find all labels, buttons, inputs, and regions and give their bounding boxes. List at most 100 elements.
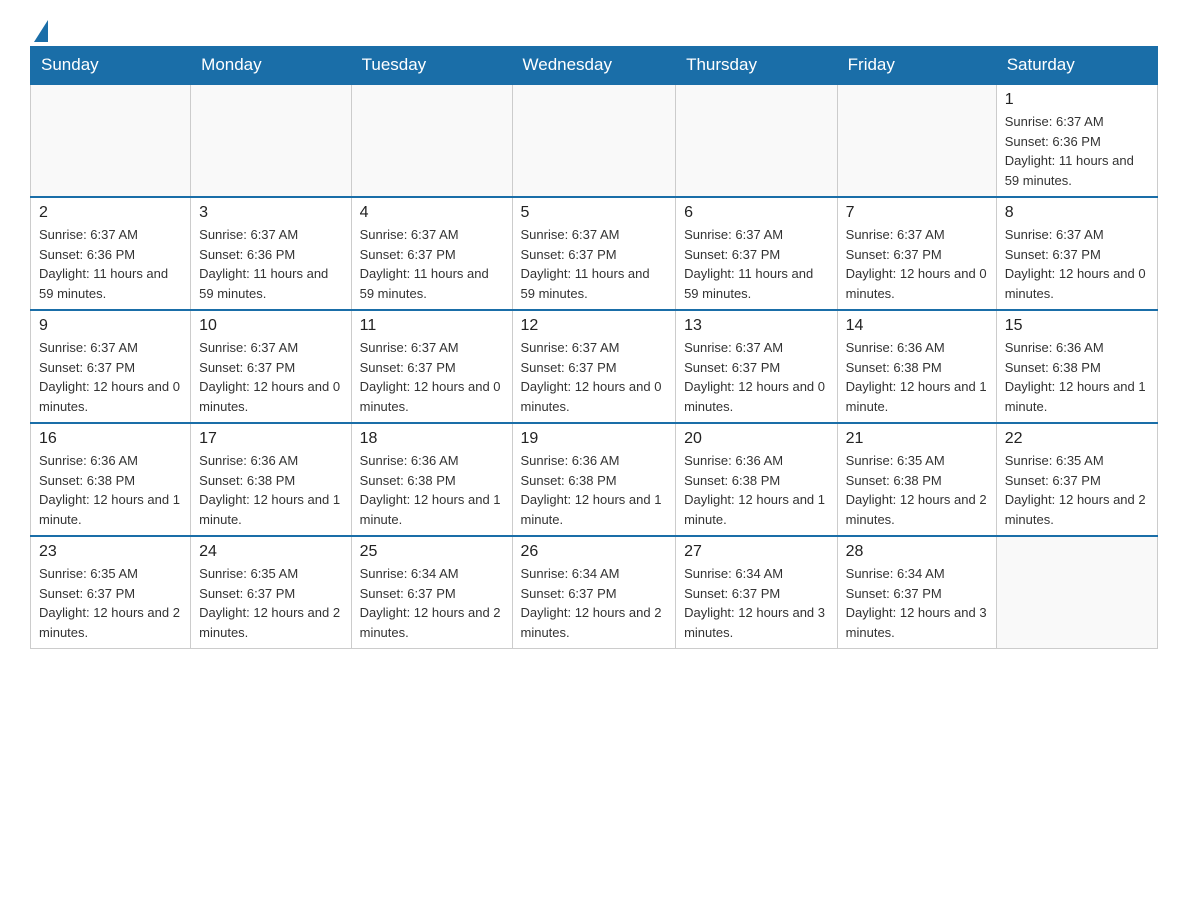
day-number: 5 <box>521 204 668 222</box>
day-info: Sunrise: 6:36 AM Sunset: 6:38 PM Dayligh… <box>1005 338 1149 416</box>
day-info: Sunrise: 6:35 AM Sunset: 6:37 PM Dayligh… <box>199 564 342 642</box>
day-of-week-header: Wednesday <box>512 47 676 85</box>
day-number: 17 <box>199 430 342 448</box>
day-info: Sunrise: 6:36 AM Sunset: 6:38 PM Dayligh… <box>360 451 504 529</box>
day-info: Sunrise: 6:37 AM Sunset: 6:36 PM Dayligh… <box>39 225 182 303</box>
day-number: 3 <box>199 204 342 222</box>
day-of-week-header: Friday <box>837 47 996 85</box>
calendar-day-cell: 3 Sunrise: 6:37 AM Sunset: 6:36 PM Daylig… <box>191 197 351 310</box>
calendar-day-cell: 4 Sunrise: 6:37 AM Sunset: 6:37 PM Daylig… <box>351 197 512 310</box>
page-header <box>30 20 1158 36</box>
calendar-day-cell: 25 Sunrise: 6:34 AM Sunset: 6:37 PM Dayli… <box>351 536 512 649</box>
day-number: 4 <box>360 204 504 222</box>
calendar-day-cell: 27Sunrise: 6:34 AM Sunset: 6:37 PM Dayli… <box>676 536 838 649</box>
calendar-day-cell: 1 Sunrise: 6:37 AM Sunset: 6:36 PM Daylig… <box>996 84 1157 197</box>
calendar-day-cell: 2 Sunrise: 6:37 AM Sunset: 6:36 PM Daylig… <box>31 197 191 310</box>
calendar-day-cell: 9 Sunrise: 6:37 AM Sunset: 6:37 PM Daylig… <box>31 310 191 423</box>
day-number: 10 <box>199 317 342 335</box>
calendar-day-cell: 10 Sunrise: 6:37 AM Sunset: 6:37 PM Dayli… <box>191 310 351 423</box>
day-info: Sunrise: 6:34 AM Sunset: 6:37 PM Dayligh… <box>684 564 829 642</box>
day-info: Sunrise: 6:35 AM Sunset: 6:37 PM Dayligh… <box>1005 451 1149 529</box>
day-info: Sunrise: 6:37 AM Sunset: 6:37 PM Dayligh… <box>521 338 668 416</box>
day-info: Sunrise: 6:37 AM Sunset: 6:37 PM Dayligh… <box>684 338 829 416</box>
calendar-week-row: 9 Sunrise: 6:37 AM Sunset: 6:37 PM Daylig… <box>31 310 1158 423</box>
calendar-day-cell: 13 Sunrise: 6:37 AM Sunset: 6:37 PM Dayli… <box>676 310 838 423</box>
day-info: Sunrise: 6:37 AM Sunset: 6:37 PM Dayligh… <box>39 338 182 416</box>
calendar-day-cell <box>512 84 676 197</box>
calendar-day-cell: 15 Sunrise: 6:36 AM Sunset: 6:38 PM Dayli… <box>996 310 1157 423</box>
calendar-day-cell: 12 Sunrise: 6:37 AM Sunset: 6:37 PM Dayli… <box>512 310 676 423</box>
calendar-day-cell: 8 Sunrise: 6:37 AM Sunset: 6:37 PM Daylig… <box>996 197 1157 310</box>
day-number: 26 <box>521 543 668 561</box>
day-info: Sunrise: 6:37 AM Sunset: 6:37 PM Dayligh… <box>360 338 504 416</box>
calendar-day-cell <box>837 84 996 197</box>
calendar-day-cell <box>31 84 191 197</box>
day-number: 25 <box>360 543 504 561</box>
calendar-day-cell: 18 Sunrise: 6:36 AM Sunset: 6:38 PM Dayli… <box>351 423 512 536</box>
day-info: Sunrise: 6:35 AM Sunset: 6:37 PM Dayligh… <box>39 564 182 642</box>
calendar-week-row: 2 Sunrise: 6:37 AM Sunset: 6:36 PM Daylig… <box>31 197 1158 310</box>
calendar-day-cell <box>996 536 1157 649</box>
day-number: 15 <box>1005 317 1149 335</box>
logo <box>30 20 48 36</box>
logo-triangle-icon <box>34 20 48 42</box>
calendar-day-cell: 7 Sunrise: 6:37 AM Sunset: 6:37 PM Daylig… <box>837 197 996 310</box>
calendar-day-cell: 23 Sunrise: 6:35 AM Sunset: 6:37 PM Dayli… <box>31 536 191 649</box>
calendar-day-cell: 24Sunrise: 6:35 AM Sunset: 6:37 PM Dayli… <box>191 536 351 649</box>
calendar-table: SundayMondayTuesdayWednesdayThursdayFrid… <box>30 46 1158 649</box>
day-info: Sunrise: 6:37 AM Sunset: 6:37 PM Dayligh… <box>199 338 342 416</box>
day-info: Sunrise: 6:36 AM Sunset: 6:38 PM Dayligh… <box>846 338 988 416</box>
calendar-header-row: SundayMondayTuesdayWednesdayThursdayFrid… <box>31 47 1158 85</box>
day-number: 21 <box>846 430 988 448</box>
day-number: 20 <box>684 430 829 448</box>
day-of-week-header: Tuesday <box>351 47 512 85</box>
day-number: 9 <box>39 317 182 335</box>
calendar-day-cell: 26 Sunrise: 6:34 AM Sunset: 6:37 PM Dayli… <box>512 536 676 649</box>
day-info: Sunrise: 6:37 AM Sunset: 6:37 PM Dayligh… <box>360 225 504 303</box>
day-number: 8 <box>1005 204 1149 222</box>
day-info: Sunrise: 6:35 AM Sunset: 6:38 PM Dayligh… <box>846 451 988 529</box>
day-info: Sunrise: 6:34 AM Sunset: 6:37 PM Dayligh… <box>521 564 668 642</box>
calendar-week-row: 1 Sunrise: 6:37 AM Sunset: 6:36 PM Daylig… <box>31 84 1158 197</box>
day-info: Sunrise: 6:36 AM Sunset: 6:38 PM Dayligh… <box>684 451 829 529</box>
calendar-day-cell: 14Sunrise: 6:36 AM Sunset: 6:38 PM Dayli… <box>837 310 996 423</box>
day-of-week-header: Thursday <box>676 47 838 85</box>
day-info: Sunrise: 6:36 AM Sunset: 6:38 PM Dayligh… <box>39 451 182 529</box>
day-info: Sunrise: 6:37 AM Sunset: 6:37 PM Dayligh… <box>521 225 668 303</box>
calendar-day-cell: 16Sunrise: 6:36 AM Sunset: 6:38 PM Dayli… <box>31 423 191 536</box>
calendar-week-row: 23 Sunrise: 6:35 AM Sunset: 6:37 PM Dayli… <box>31 536 1158 649</box>
day-number: 2 <box>39 204 182 222</box>
day-number: 7 <box>846 204 988 222</box>
day-number: 19 <box>521 430 668 448</box>
calendar-day-cell: 22 Sunrise: 6:35 AM Sunset: 6:37 PM Dayli… <box>996 423 1157 536</box>
day-number: 1 <box>1005 91 1149 109</box>
day-number: 6 <box>684 204 829 222</box>
calendar-day-cell: 20 Sunrise: 6:36 AM Sunset: 6:38 PM Dayli… <box>676 423 838 536</box>
day-of-week-header: Sunday <box>31 47 191 85</box>
day-number: 23 <box>39 543 182 561</box>
day-number: 18 <box>360 430 504 448</box>
day-info: Sunrise: 6:37 AM Sunset: 6:36 PM Dayligh… <box>1005 112 1149 190</box>
calendar-day-cell <box>191 84 351 197</box>
day-number: 11 <box>360 317 504 335</box>
day-number: 12 <box>521 317 668 335</box>
day-info: Sunrise: 6:37 AM Sunset: 6:37 PM Dayligh… <box>1005 225 1149 303</box>
calendar-week-row: 16Sunrise: 6:36 AM Sunset: 6:38 PM Dayli… <box>31 423 1158 536</box>
day-info: Sunrise: 6:37 AM Sunset: 6:36 PM Dayligh… <box>199 225 342 303</box>
calendar-day-cell: 28Sunrise: 6:34 AM Sunset: 6:37 PM Dayli… <box>837 536 996 649</box>
calendar-day-cell: 5 Sunrise: 6:37 AM Sunset: 6:37 PM Daylig… <box>512 197 676 310</box>
day-of-week-header: Saturday <box>996 47 1157 85</box>
day-number: 28 <box>846 543 988 561</box>
calendar-day-cell: 21 Sunrise: 6:35 AM Sunset: 6:38 PM Dayli… <box>837 423 996 536</box>
day-number: 22 <box>1005 430 1149 448</box>
day-info: Sunrise: 6:37 AM Sunset: 6:37 PM Dayligh… <box>846 225 988 303</box>
day-number: 13 <box>684 317 829 335</box>
day-of-week-header: Monday <box>191 47 351 85</box>
calendar-day-cell: 11 Sunrise: 6:37 AM Sunset: 6:37 PM Dayli… <box>351 310 512 423</box>
calendar-day-cell: 17 Sunrise: 6:36 AM Sunset: 6:38 PM Dayli… <box>191 423 351 536</box>
day-info: Sunrise: 6:37 AM Sunset: 6:37 PM Dayligh… <box>684 225 829 303</box>
calendar-day-cell: 19 Sunrise: 6:36 AM Sunset: 6:38 PM Dayli… <box>512 423 676 536</box>
day-info: Sunrise: 6:36 AM Sunset: 6:38 PM Dayligh… <box>199 451 342 529</box>
day-info: Sunrise: 6:34 AM Sunset: 6:37 PM Dayligh… <box>360 564 504 642</box>
day-info: Sunrise: 6:36 AM Sunset: 6:38 PM Dayligh… <box>521 451 668 529</box>
